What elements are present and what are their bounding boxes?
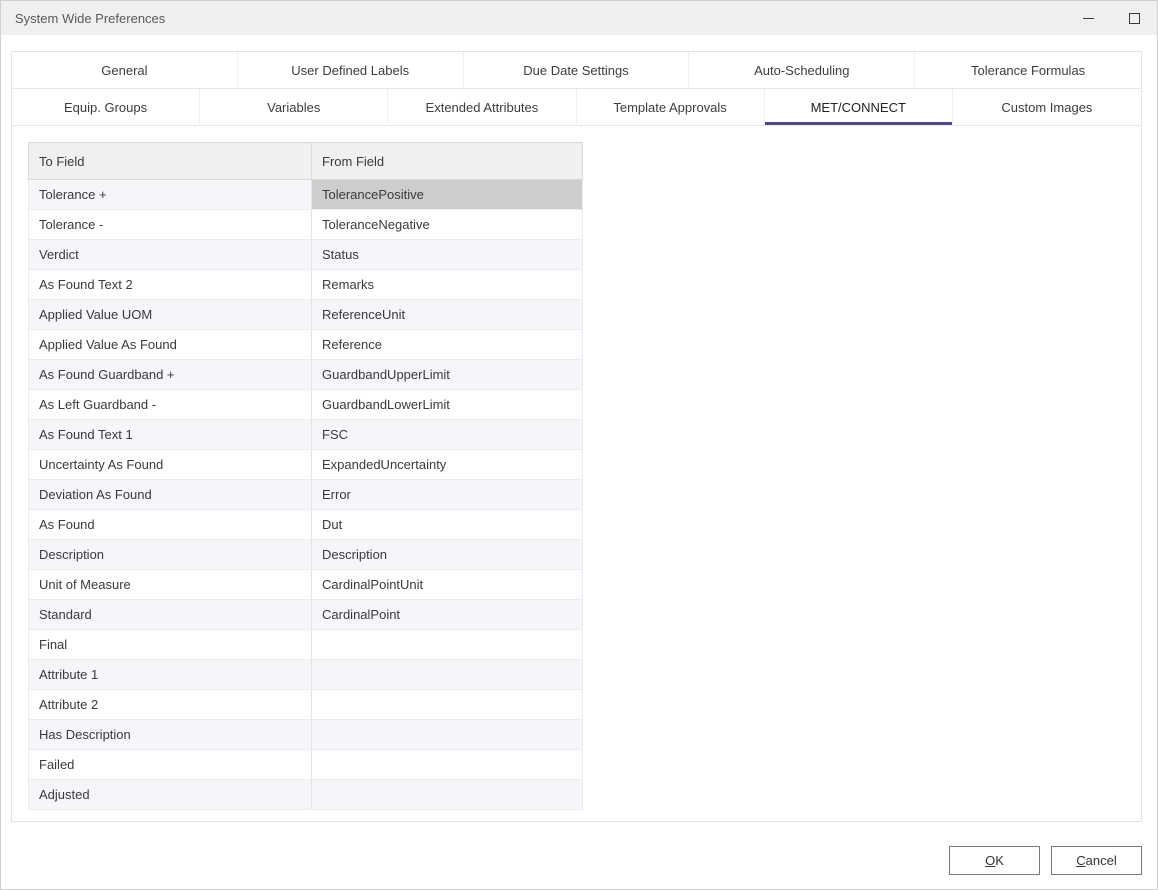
from-field-cell[interactable]: GuardbandUpperLimit	[312, 360, 583, 390]
table-row: Tolerance -ToleranceNegative	[29, 210, 583, 240]
to-field-cell[interactable]: Applied Value As Found	[29, 330, 312, 360]
tab-template-approvals[interactable]: Template Approvals	[577, 89, 765, 125]
table-row: StandardCardinalPoint	[29, 600, 583, 630]
to-field-cell[interactable]: Standard	[29, 600, 312, 630]
from-field-cell[interactable]	[312, 780, 583, 810]
to-field-cell[interactable]: As Found Guardband +	[29, 360, 312, 390]
from-field-cell[interactable]: FSC	[312, 420, 583, 450]
cancel-button-accesskey: C	[1076, 853, 1085, 868]
table-row: Adjusted	[29, 780, 583, 810]
table-row: Attribute 1	[29, 660, 583, 690]
from-field-cell[interactable]: TolerancePositive	[312, 180, 583, 210]
titlebar: System Wide Preferences	[1, 1, 1157, 35]
from-field-cell[interactable]: Remarks	[312, 270, 583, 300]
from-field-cell[interactable]: ReferenceUnit	[312, 300, 583, 330]
minimize-icon	[1083, 18, 1094, 19]
to-field-cell[interactable]: Deviation As Found	[29, 480, 312, 510]
table-row: Tolerance +TolerancePositive	[29, 180, 583, 210]
to-field-cell[interactable]: As Found	[29, 510, 312, 540]
tab-extended-attributes[interactable]: Extended Attributes	[388, 89, 576, 125]
ok-button-accesskey: O	[985, 853, 995, 868]
table-row: As Left Guardband -GuardbandLowerLimit	[29, 390, 583, 420]
to-field-cell[interactable]: As Found Text 2	[29, 270, 312, 300]
table-row: Deviation As FoundError	[29, 480, 583, 510]
from-field-cell[interactable]	[312, 720, 583, 750]
to-field-cell[interactable]: Failed	[29, 750, 312, 780]
maximize-button[interactable]	[1111, 1, 1157, 35]
cancel-button-label: ancel	[1086, 853, 1117, 868]
table-row: As Found Text 2Remarks	[29, 270, 583, 300]
table-row: Has Description	[29, 720, 583, 750]
tab-strip-top: GeneralUser Defined LabelsDue Date Setti…	[12, 52, 1141, 89]
ok-button[interactable]: OK	[949, 846, 1040, 875]
table-row: Final	[29, 630, 583, 660]
from-field-cell[interactable]	[312, 690, 583, 720]
to-field-cell[interactable]: Adjusted	[29, 780, 312, 810]
table-row: Attribute 2	[29, 690, 583, 720]
from-field-cell[interactable]: Error	[312, 480, 583, 510]
table-row: VerdictStatus	[29, 240, 583, 270]
tab-auto-scheduling[interactable]: Auto-Scheduling	[689, 52, 915, 88]
from-field-cell[interactable]: Status	[312, 240, 583, 270]
tab-due-date-settings[interactable]: Due Date Settings	[464, 52, 690, 88]
field-mapping-grid: To FieldFrom Field Tolerance +ToleranceP…	[28, 142, 1141, 810]
to-field-cell[interactable]: Unit of Measure	[29, 570, 312, 600]
from-field-cell[interactable]	[312, 630, 583, 660]
from-field-cell[interactable]: ToleranceNegative	[312, 210, 583, 240]
to-field-cell[interactable]: Final	[29, 630, 312, 660]
column-header-to-field[interactable]: To Field	[29, 143, 312, 180]
tab-strip-bottom: Equip. GroupsVariablesExtended Attribute…	[12, 89, 1141, 126]
ok-button-label: K	[995, 853, 1004, 868]
from-field-cell[interactable]: ExpandedUncertainty	[312, 450, 583, 480]
tab-custom-images[interactable]: Custom Images	[953, 89, 1141, 125]
from-field-cell[interactable]	[312, 750, 583, 780]
from-field-cell[interactable]: Reference	[312, 330, 583, 360]
table-body: Tolerance +TolerancePositiveTolerance -T…	[29, 180, 583, 810]
from-field-cell[interactable]: Description	[312, 540, 583, 570]
from-field-cell[interactable]: GuardbandLowerLimit	[312, 390, 583, 420]
field-mapping-table: To FieldFrom Field Tolerance +ToleranceP…	[28, 142, 583, 810]
table-row: As FoundDut	[29, 510, 583, 540]
table-row: Applied Value As FoundReference	[29, 330, 583, 360]
to-field-cell[interactable]: Attribute 1	[29, 660, 312, 690]
from-field-cell[interactable]	[312, 660, 583, 690]
column-header-from-field[interactable]: From Field	[312, 143, 583, 180]
to-field-cell[interactable]: Applied Value UOM	[29, 300, 312, 330]
table-row: Applied Value UOMReferenceUnit	[29, 300, 583, 330]
from-field-cell[interactable]: Dut	[312, 510, 583, 540]
tab-variables[interactable]: Variables	[200, 89, 388, 125]
to-field-cell[interactable]: Description	[29, 540, 312, 570]
footer: OK Cancel	[949, 846, 1142, 875]
tab-panel: GeneralUser Defined LabelsDue Date Setti…	[11, 51, 1142, 822]
table-row: Unit of MeasureCardinalPointUnit	[29, 570, 583, 600]
to-field-cell[interactable]: Has Description	[29, 720, 312, 750]
tab-met-connect[interactable]: MET/CONNECT	[765, 89, 953, 125]
to-field-cell[interactable]: Verdict	[29, 240, 312, 270]
table-header-row: To FieldFrom Field	[29, 143, 583, 180]
table-row: As Found Guardband +GuardbandUpperLimit	[29, 360, 583, 390]
table-row: As Found Text 1FSC	[29, 420, 583, 450]
from-field-cell[interactable]: CardinalPointUnit	[312, 570, 583, 600]
tab-equip-groups[interactable]: Equip. Groups	[12, 89, 200, 125]
to-field-cell[interactable]: Tolerance -	[29, 210, 312, 240]
tab-tolerance-formulas[interactable]: Tolerance Formulas	[915, 52, 1141, 88]
tab-user-defined-labels[interactable]: User Defined Labels	[238, 52, 464, 88]
to-field-cell[interactable]: As Left Guardband -	[29, 390, 312, 420]
table-row: DescriptionDescription	[29, 540, 583, 570]
to-field-cell[interactable]: Uncertainty As Found	[29, 450, 312, 480]
minimize-button[interactable]	[1065, 1, 1111, 35]
maximize-icon	[1129, 13, 1140, 24]
to-field-cell[interactable]: As Found Text 1	[29, 420, 312, 450]
from-field-cell[interactable]: CardinalPoint	[312, 600, 583, 630]
to-field-cell[interactable]: Tolerance +	[29, 180, 312, 210]
window-title: System Wide Preferences	[1, 11, 165, 26]
cancel-button[interactable]: Cancel	[1051, 846, 1142, 875]
preferences-window: System Wide Preferences GeneralUser Defi…	[0, 0, 1158, 890]
to-field-cell[interactable]: Attribute 2	[29, 690, 312, 720]
table-row: Uncertainty As FoundExpandedUncertainty	[29, 450, 583, 480]
table-row: Failed	[29, 750, 583, 780]
tab-general[interactable]: General	[12, 52, 238, 88]
window-controls	[1065, 1, 1157, 35]
